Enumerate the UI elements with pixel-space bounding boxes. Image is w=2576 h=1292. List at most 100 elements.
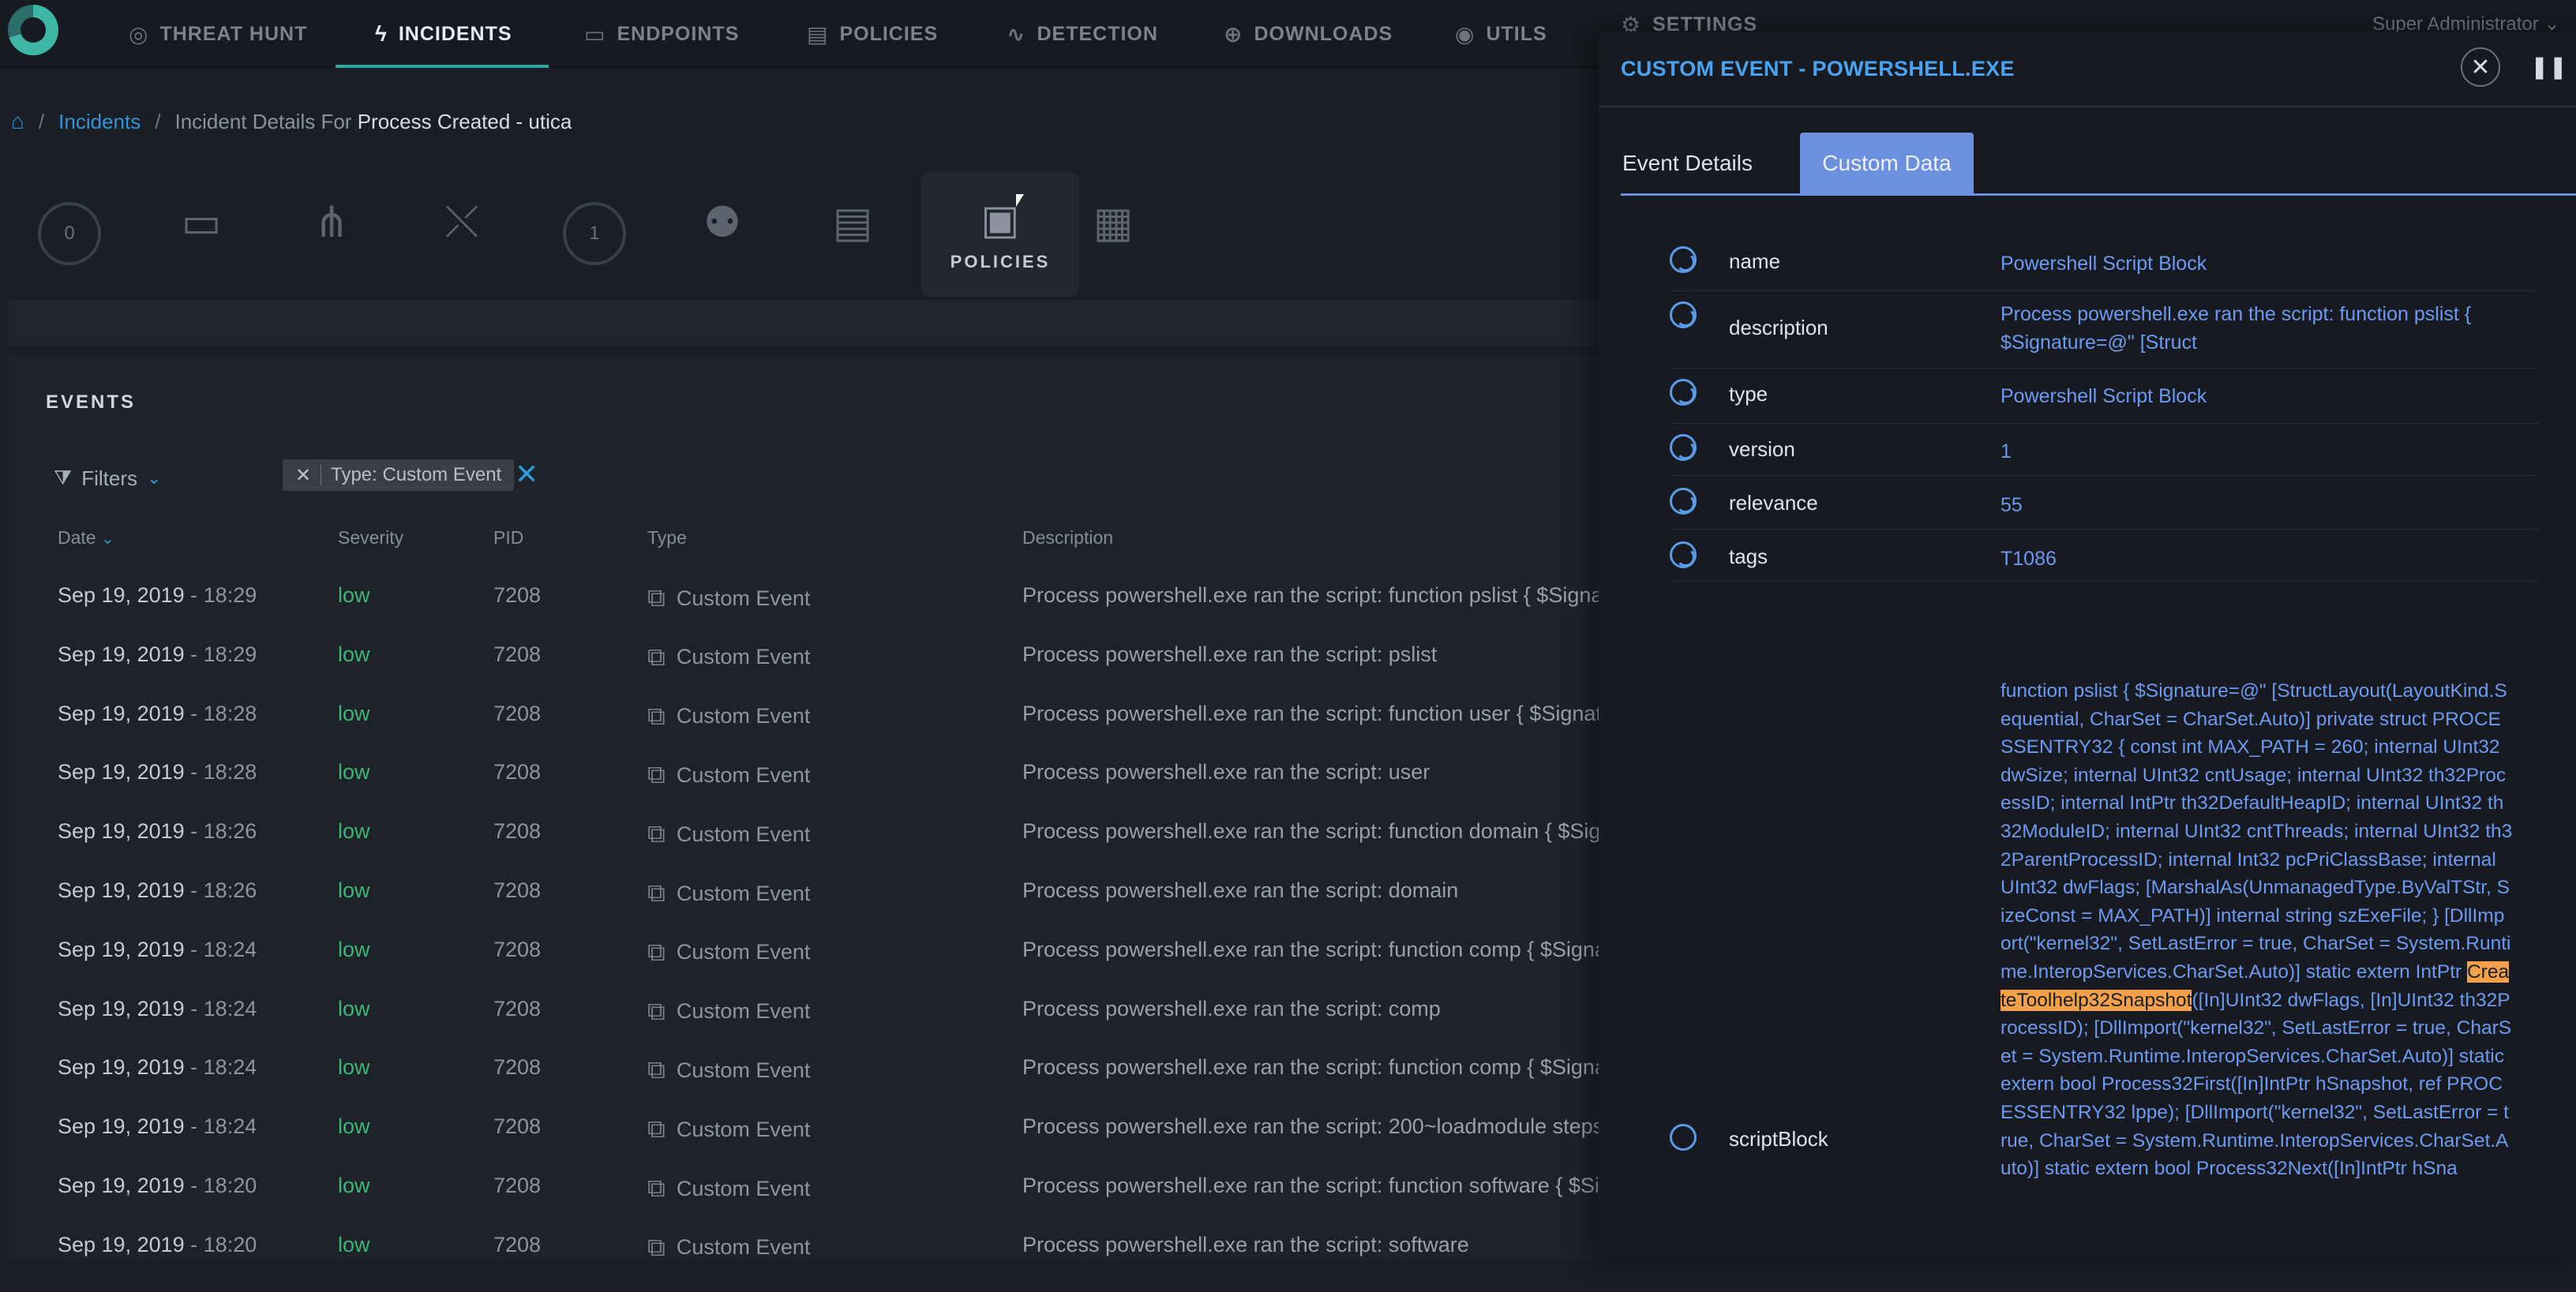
table-row[interactable]: Sep 19, 2019 - 18:28 low 7208 ⧉ Custom Event… [0, 701, 1599, 761]
table-row[interactable]: Sep 19, 2019 - 18:20 low 7208 ⧉ Custom Event… [0, 1233, 1595, 1292]
custom-event-icon: ⧉ [647, 1232, 666, 1261]
row-type: ⧉ Custom Event [647, 938, 810, 968]
row-pid: 7208 [493, 1055, 542, 1080]
row-severity: low [338, 1055, 370, 1080]
nav-incidents[interactable]: ϟ INCIDENTS [375, 0, 512, 68]
row-date-day: Sep 19, 2019 [58, 1232, 185, 1256]
row-pid: 7208 [493, 996, 542, 1020]
policies-view-button[interactable]: ▣ POLICIES [921, 172, 1079, 297]
row-date: Sep 19, 2019 - 18:26 [58, 878, 257, 903]
monitor-icon: ▭ [584, 21, 606, 47]
app-logo[interactable] [8, 5, 58, 55]
row-date-day: Sep 19, 2019 [58, 937, 185, 961]
table-row[interactable]: Sep 19, 2019 - 18:24 low 7208 ⧉ Custom Event… [0, 1055, 1599, 1114]
summary-strip [8, 300, 1599, 346]
nav-label: INCIDENTS [398, 22, 512, 45]
clear-filters-icon[interactable]: ✕ [515, 458, 538, 491]
breadcrumb-details-prefix: Incident Details For [174, 109, 352, 133]
nav-label: UTILS [1486, 22, 1547, 45]
row-type: ⧉ Custom Event [647, 1114, 810, 1144]
nav-downloads[interactable]: ⊕ DOWNLOADS [1224, 0, 1393, 68]
field-select-radio[interactable] [1670, 301, 1697, 328]
monitor-icon[interactable]: ▭ [166, 186, 237, 257]
field-select-radio[interactable] [1670, 379, 1697, 406]
field-value: Process powershell.exe ran the script: f… [2000, 303, 2472, 354]
row-date-day: Sep 19, 2019 [58, 1055, 185, 1080]
field-select-radio[interactable] [1670, 246, 1697, 273]
policy-doc-icon: ▤ [807, 21, 829, 47]
nav-label: THREAT HUNT [159, 22, 308, 45]
field-select-radio[interactable] [1670, 1124, 1697, 1151]
clipboard-icon[interactable]: ▤ [817, 186, 888, 257]
field-divider [1670, 368, 2538, 369]
script-text-before: function pslist { $Signature=@" [StructL… [2000, 680, 2513, 983]
field-select-radio[interactable] [1670, 434, 1697, 461]
field-divider [1670, 581, 2538, 582]
grid-icon[interactable]: ▦ [1078, 186, 1149, 257]
row-pid: 7208 [493, 701, 542, 725]
event-count-zero[interactable]: 0 [38, 202, 101, 265]
row-date-day: Sep 19, 2019 [58, 1174, 185, 1197]
close-icon[interactable]: ✕ [2461, 47, 2500, 87]
home-icon[interactable]: ⌂ [11, 109, 24, 134]
row-date: Sep 19, 2019 - 18:29 [58, 642, 257, 667]
breadcrumb-incidents-link[interactable]: Incidents [58, 110, 141, 134]
field-key: version [1729, 437, 1795, 461]
nav-utils[interactable]: ◉ UTILS [1455, 0, 1547, 68]
events-heading: EVENTS [46, 391, 137, 413]
remove-chip-icon[interactable]: ✕ [295, 464, 311, 487]
nav-detection[interactable]: ∿ DETECTION [1007, 0, 1158, 68]
filters-dropdown[interactable]: ⧩ Filters ⌄ [54, 466, 161, 491]
table-row[interactable]: Sep 19, 2019 - 18:20 low 7208 ⧉ Custom Event… [0, 1174, 1599, 1233]
column-header-pid[interactable]: PID [493, 527, 523, 549]
row-severity: low [338, 760, 370, 785]
row-type-label: Custom Event [676, 1176, 811, 1200]
row-severity: low [338, 996, 370, 1020]
row-date: Sep 19, 2019 - 18:24 [58, 997, 257, 1021]
network-icon[interactable]: ⤬ [426, 186, 497, 257]
field-select-radio[interactable] [1670, 541, 1697, 568]
field-value: 55 [2000, 494, 2023, 516]
field-divider [1670, 423, 2538, 424]
row-date-time: - 18:20 [190, 1232, 257, 1256]
download-icon: ⊕ [1224, 21, 1243, 47]
table-row[interactable]: Sep 19, 2019 - 18:26 low 7208 ⧉ Custom Event… [0, 878, 1595, 938]
row-type: ⧉ Custom Event [647, 997, 810, 1027]
table-row[interactable]: Sep 19, 2019 - 18:28 low 7208 ⧉ Custom Event… [0, 760, 1595, 819]
row-date: Sep 19, 2019 - 18:24 [58, 938, 257, 962]
column-header-description[interactable]: Description [1022, 527, 1113, 549]
table-row[interactable]: Sep 19, 2019 - 18:24 low 7208 ⧉ Custom Event… [0, 1114, 1599, 1174]
process-tree-icon[interactable]: ⋔ [296, 186, 367, 257]
field-key: relevance [1729, 491, 1818, 515]
tab-custom-data[interactable]: Custom Data [1800, 133, 1974, 194]
row-date-time: - 18:28 [190, 701, 257, 725]
nav-threat-hunt[interactable]: ◎ THREAT HUNT [129, 0, 307, 68]
table-row[interactable]: Sep 19, 2019 - 18:24 low 7208 ⧉ Custom Event… [0, 938, 1599, 997]
column-header-severity[interactable]: Severity [338, 527, 403, 549]
mouse-cursor [1016, 194, 1024, 207]
row-date-time: - 18:24 [190, 1055, 257, 1080]
field-select-radio[interactable] [1670, 488, 1697, 515]
column-header-type[interactable]: Type [647, 527, 687, 549]
row-pid: 7208 [493, 1114, 542, 1139]
nav-policies[interactable]: ▤ POLICIES [807, 0, 938, 68]
table-row[interactable]: Sep 19, 2019 - 18:29 low 7208 ⧉ Custom Event… [0, 642, 1595, 702]
nav-endpoints[interactable]: ▭ ENDPOINTS [584, 0, 739, 68]
field-key: name [1729, 249, 1781, 273]
table-row[interactable]: Sep 19, 2019 - 18:29 low 7208 ⧉ Custom Event… [0, 583, 1599, 642]
event-count-one[interactable]: 1 [563, 202, 626, 265]
row-description: Process powershell.exe ran the script: 2… [1022, 1114, 1599, 1139]
table-row[interactable]: Sep 19, 2019 - 18:24 low 7208 ⧉ Custom Event… [0, 997, 1595, 1056]
target-icon: ◎ [129, 21, 149, 47]
field-value: T1086 [2000, 548, 2057, 570]
row-date: Sep 19, 2019 - 18:26 [58, 819, 257, 844]
row-severity: low [338, 583, 370, 607]
pause-icon[interactable]: ❚❚ [2530, 54, 2567, 80]
field-key: type [1729, 382, 1768, 406]
nav-label: DETECTION [1037, 22, 1158, 45]
column-header-date[interactable]: Date ⌄ [58, 527, 114, 549]
table-row[interactable]: Sep 19, 2019 - 18:26 low 7208 ⧉ Custom Event… [0, 819, 1599, 878]
bug-icon[interactable]: ⚉ [687, 186, 758, 257]
tab-event-details[interactable]: Event Details [1622, 133, 1753, 194]
row-date-time: - 18:29 [190, 642, 257, 666]
